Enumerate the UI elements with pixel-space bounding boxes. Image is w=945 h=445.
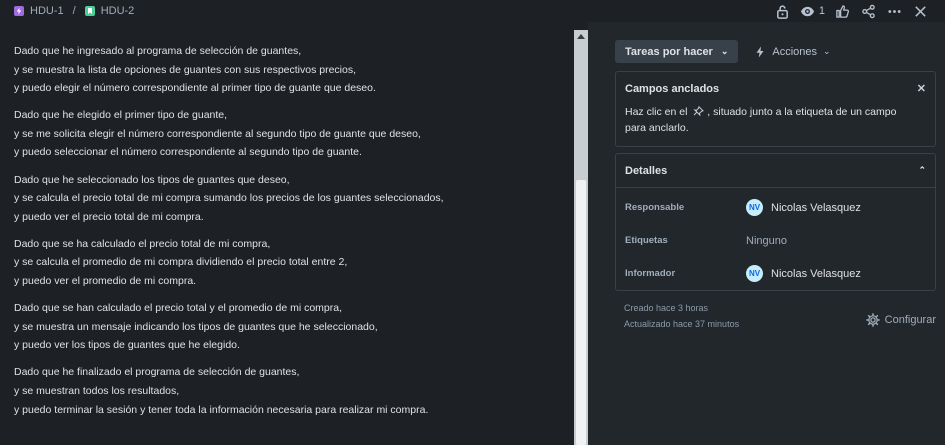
detail-row-reporter: Informador NV Nicolas Velasquez [616, 257, 935, 290]
labels-label: Etiquetas [625, 235, 668, 246]
detail-row-assignee: Responsable NV Nicolas Velasquez [616, 191, 935, 224]
pinned-fields-header: Campos anclados ✕ [616, 72, 935, 105]
share-button[interactable] [855, 1, 881, 21]
breadcrumb: HDU-1 / HDU-2 [14, 5, 134, 17]
description-line: y puedo ver los tipos de guantes que he … [14, 339, 240, 352]
description-line: y se muestra la lista de opciones de gua… [14, 63, 357, 76]
breadcrumb-separator: / [72, 5, 76, 17]
details-title: Detalles [625, 164, 668, 177]
description-line: y puedo ver el promedio de mi compra. [14, 275, 197, 288]
avatar: NV [746, 265, 763, 282]
description-paragraph: Dado que se ha calculado el precio total… [14, 235, 560, 291]
share-icon [861, 4, 875, 18]
description-line: y se muestran todos los resultados, [14, 385, 180, 397]
configure-label: Configurar [884, 313, 936, 326]
scrollbar-thumb[interactable] [576, 180, 586, 445]
assignee-label: Responsable [625, 202, 685, 213]
description-line: y se calcula el promedio de mi compra di… [14, 256, 348, 269]
details-header[interactable]: Detalles ⌃ [616, 154, 935, 188]
issue-meta: Creado hace 3 horas Actualizado hace 37 … [615, 301, 936, 332]
issue-description[interactable]: Dado que he ingresado al programa de sel… [0, 30, 574, 445]
created-timestamp: Creado hace 3 horas [624, 303, 709, 313]
watch-count: 1 [818, 5, 825, 17]
reporter-name: Nicolas Velasquez [771, 267, 861, 280]
watch-button[interactable]: 1 [796, 1, 829, 21]
description-paragraph: Dado que he finalizado el programa de se… [14, 363, 560, 419]
vote-button[interactable] [829, 1, 855, 21]
description-line: Dado que he elegido el primer tipo de gu… [14, 109, 228, 122]
actions-label: Acciones [772, 45, 818, 58]
avatar: NV [746, 199, 763, 216]
description-line: Dado que se ha calculado el precio total… [14, 237, 271, 250]
gear-icon [865, 312, 880, 327]
assignee-value[interactable]: NV Nicolas Velasquez [746, 199, 861, 216]
description-line: Dado que he seleccionado los tipos de gu… [14, 173, 290, 186]
description-line: y puedo elegir el número correspondiente… [14, 82, 376, 95]
details-card: Detalles ⌃ Responsable NV Nicolas Velasq… [615, 153, 936, 291]
description-line: y puedo terminar la sesión y tener toda … [14, 403, 429, 416]
description-line: y se me solicita elegir el número corres… [14, 127, 421, 140]
more-icon [887, 9, 901, 13]
thumbs-up-icon [835, 4, 849, 18]
close-icon[interactable]: ✕ [917, 82, 926, 95]
description-line: Dado que he ingresado al programa de sel… [14, 45, 302, 57]
configure-button[interactable]: Configurar [865, 301, 936, 332]
description-line: y se calcula el precio total de mi compr… [14, 192, 444, 205]
story-icon [84, 6, 95, 16]
description-line: y se muestra un mensaje indicando los ti… [14, 320, 378, 333]
chevron-down-icon: ⌄ [823, 46, 831, 56]
lock-icon [777, 4, 789, 19]
lightning-icon [756, 46, 764, 57]
more-actions-button[interactable] [881, 1, 907, 21]
reporter-value[interactable]: NV Nicolas Velasquez [746, 265, 861, 282]
close-button[interactable] [907, 1, 933, 21]
reporter-label: Informador [625, 268, 676, 279]
description-paragraph: Dado que he ingresado al programa de sel… [14, 42, 560, 98]
assignee-name: Nicolas Velasquez [771, 201, 861, 214]
description-line: y puedo seleccionar el número correspond… [14, 146, 362, 159]
detail-row-labels: Etiquetas Ninguno [616, 224, 935, 257]
pin-icon [693, 105, 705, 117]
actions-dropdown-button[interactable]: Acciones ⌄ [748, 40, 836, 63]
chevron-up-icon[interactable]: ⌃ [918, 165, 926, 176]
chevron-down-icon: ⌄ [720, 46, 729, 56]
breadcrumb-current-link[interactable]: HDU-2 [101, 5, 135, 17]
header-actions: 1 [770, 1, 933, 21]
description-paragraph: Dado que he elegido el primer tipo de gu… [14, 106, 560, 162]
status-dropdown-button[interactable]: Tareas por hacer ⌄ [615, 40, 739, 63]
description-line: Dado que he finalizado el programa de se… [14, 366, 300, 379]
labels-value[interactable]: Ninguno [746, 235, 787, 247]
pinned-fields-text: Haz clic en el , situado junto a la etiq… [616, 105, 935, 146]
epic-icon [14, 6, 24, 16]
issue-sidebar: Tareas por hacer ⌄ Acciones ⌄ Campos anc… [588, 22, 945, 445]
description-paragraph: Dado que he seleccionado los tipos de gu… [14, 171, 560, 227]
status-label: Tareas por hacer [625, 45, 713, 58]
description-scrollbar[interactable] [574, 30, 588, 445]
updated-timestamp: Actualizado hace 37 minutos [624, 318, 740, 329]
pinned-text-end: para anclarlo. [625, 121, 689, 134]
description-line: y puedo ver el precio total de mi compra… [14, 210, 204, 223]
issue-header: HDU-1 / HDU-2 1 [0, 0, 945, 22]
scroll-up-arrow-icon[interactable] [577, 34, 585, 39]
description-paragraph: Dado que se han calculado el precio tota… [14, 299, 560, 355]
lock-button[interactable] [770, 1, 796, 21]
pinned-fields-card: Campos anclados ✕ Haz clic en el , situa… [615, 71, 936, 147]
close-icon [914, 5, 926, 17]
pinned-text-middle: , situado junto a la etiqueta de un camp… [707, 106, 897, 118]
description-line: Dado que se han calculado el precio tota… [14, 302, 343, 315]
pinned-fields-title: Campos anclados [625, 82, 720, 95]
pinned-text-start: Haz clic en el [625, 106, 688, 118]
status-actions-row: Tareas por hacer ⌄ Acciones ⌄ [615, 40, 937, 63]
breadcrumb-parent-link[interactable]: HDU-1 [30, 5, 64, 17]
eye-icon [800, 6, 814, 16]
